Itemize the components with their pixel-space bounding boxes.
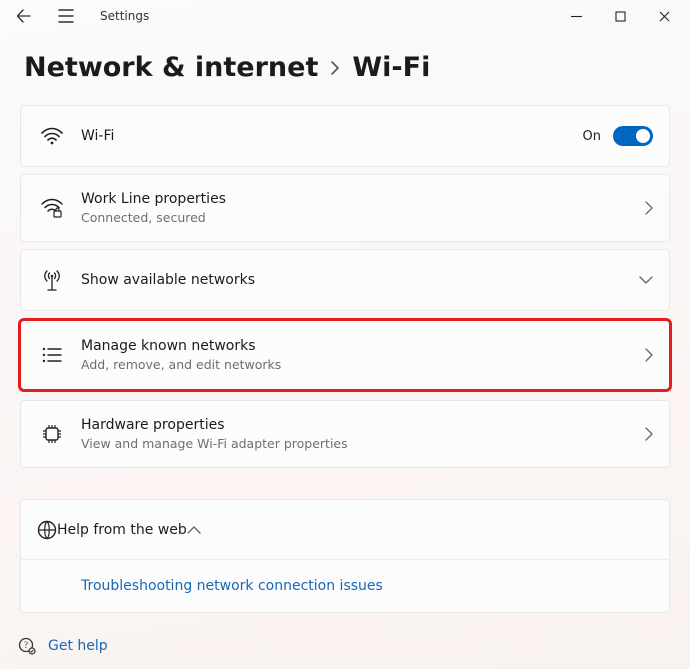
wifi-lock-icon	[37, 198, 67, 218]
help-section: Help from the web Troubleshooting networ…	[20, 499, 670, 613]
breadcrumb-current: Wi-Fi	[352, 52, 430, 83]
wifi-toggle-label: Wi-Fi	[81, 127, 583, 146]
network-properties-title: Work Line properties	[81, 190, 645, 209]
wifi-toggle[interactable]	[613, 126, 653, 146]
get-help-label: Get help	[48, 638, 108, 654]
show-available-networks-label: Show available networks	[81, 271, 639, 290]
chevron-right-icon	[645, 201, 653, 215]
manage-known-networks-row[interactable]: Manage known networks Add, remove, and e…	[21, 321, 669, 389]
help-title: Help from the web	[57, 522, 187, 538]
show-available-networks-row[interactable]: Show available networks	[20, 249, 670, 311]
wifi-icon	[37, 127, 67, 145]
help-badge-icon: ?	[18, 637, 36, 655]
back-button[interactable]	[10, 3, 38, 29]
globe-icon	[37, 520, 57, 540]
hardware-properties-title: Hardware properties	[81, 416, 645, 435]
chip-icon	[37, 424, 67, 444]
get-help-link[interactable]: ? Get help	[18, 637, 108, 655]
chevron-right-icon	[645, 348, 653, 362]
nav-menu-button[interactable]	[48, 3, 84, 29]
chevron-down-icon	[639, 276, 653, 284]
help-link-troubleshoot[interactable]: Troubleshooting network connection issue…	[81, 578, 383, 594]
list-icon	[37, 347, 67, 363]
chevron-up-icon	[187, 526, 201, 534]
hardware-properties-subtitle: View and manage Wi-Fi adapter properties	[81, 435, 645, 453]
title-bar: Settings	[0, 0, 690, 32]
svg-text:?: ?	[24, 640, 28, 650]
network-properties-subtitle: Connected, secured	[81, 209, 645, 227]
manage-known-networks-title: Manage known networks	[81, 337, 645, 356]
help-header-row[interactable]: Help from the web	[21, 500, 669, 560]
wifi-state-label: On	[583, 129, 601, 144]
window-close-button[interactable]	[642, 1, 686, 31]
antenna-icon	[37, 269, 67, 291]
network-properties-row[interactable]: Work Line properties Connected, secured	[20, 174, 670, 242]
maximize-icon	[615, 11, 626, 22]
chevron-right-icon	[645, 427, 653, 441]
hamburger-icon	[58, 9, 74, 23]
minimize-icon	[571, 11, 582, 22]
window-maximize-button[interactable]	[598, 1, 642, 31]
window-minimize-button[interactable]	[554, 1, 598, 31]
highlight-box: Manage known networks Add, remove, and e…	[18, 318, 672, 392]
breadcrumb-prev[interactable]: Network & internet	[24, 52, 318, 83]
arrow-left-icon	[16, 8, 32, 24]
breadcrumb: Network & internet Wi-Fi	[24, 52, 670, 83]
wifi-toggle-row: Wi-Fi On	[20, 105, 670, 167]
close-icon	[659, 11, 670, 22]
hardware-properties-row[interactable]: Hardware properties View and manage Wi-F…	[20, 400, 670, 468]
chevron-right-icon	[330, 60, 340, 76]
manage-known-networks-subtitle: Add, remove, and edit networks	[81, 356, 645, 374]
app-title: Settings	[100, 9, 149, 23]
